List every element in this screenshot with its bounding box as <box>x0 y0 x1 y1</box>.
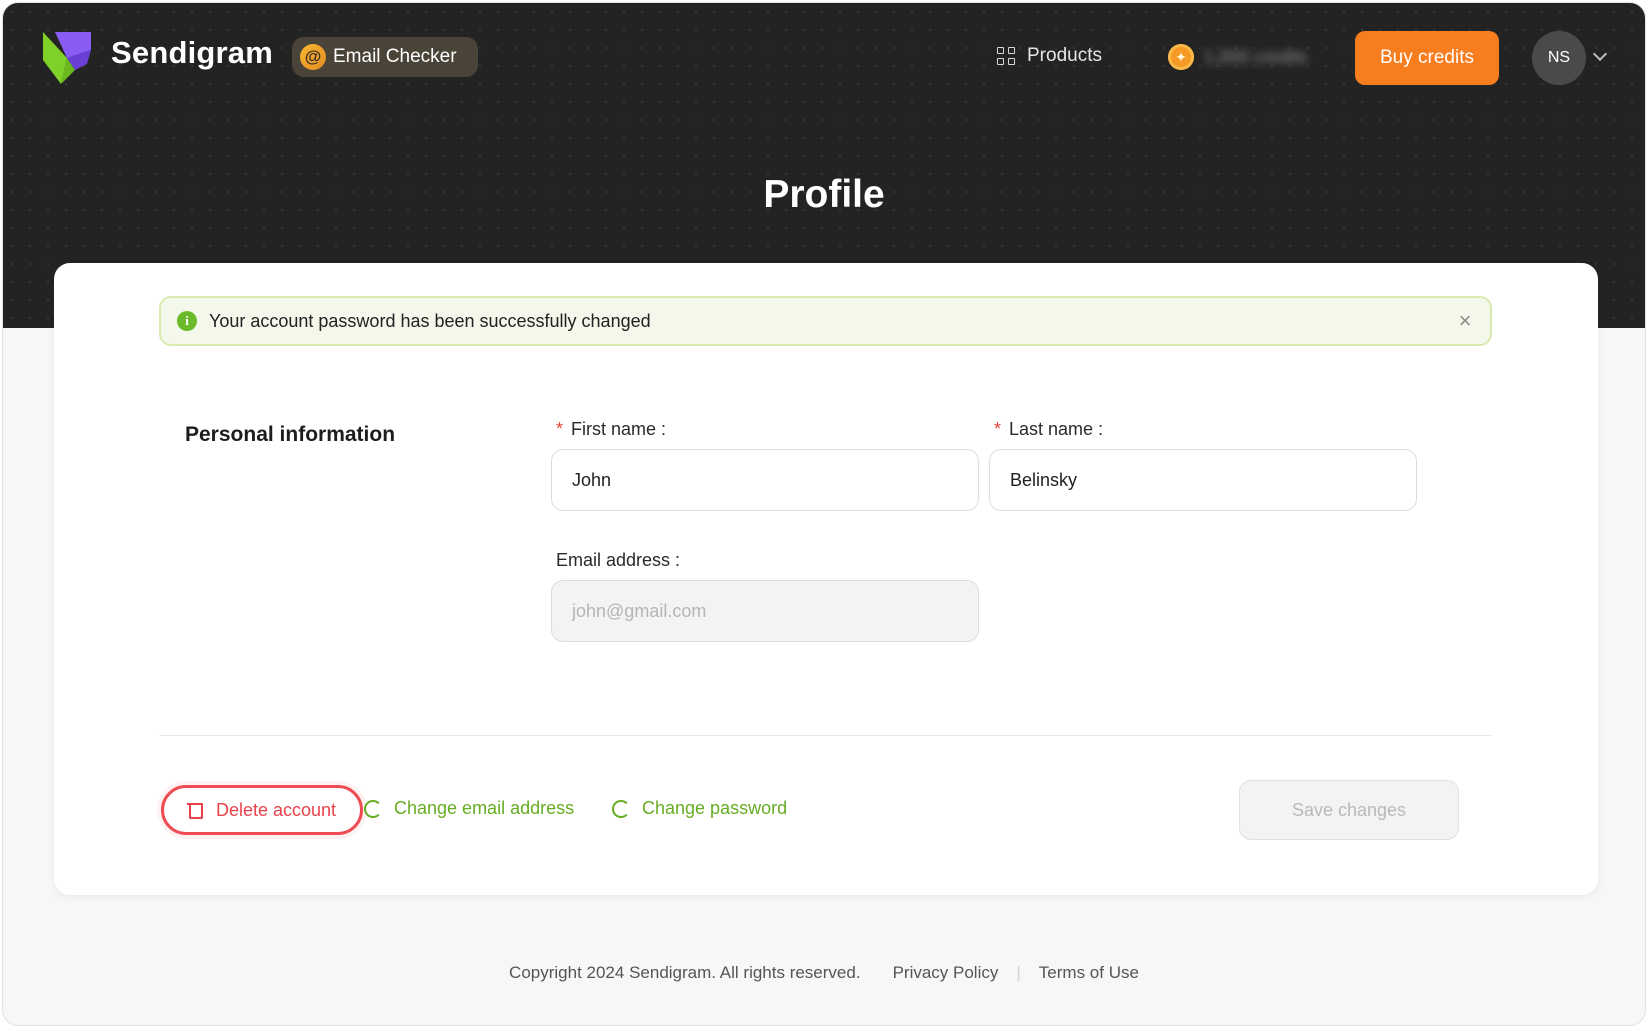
products-menu[interactable]: Products <box>997 45 1102 67</box>
first-name-label-text: First name : <box>571 419 667 439</box>
success-alert: i Your account password has been success… <box>159 296 1492 346</box>
info-icon: i <box>177 311 197 331</box>
at-sign-icon: @ <box>300 44 326 70</box>
save-changes-button[interactable]: Save changes <box>1239 780 1459 840</box>
grid-icon <box>997 47 1015 65</box>
divider <box>159 735 1492 736</box>
section-title: Personal information <box>185 423 396 446</box>
terms-of-use-link[interactable]: Terms of Use <box>1039 963 1139 983</box>
trash-icon <box>186 802 203 819</box>
change-email-button[interactable]: Change email address <box>364 798 574 819</box>
product-pill-label: Email Checker <box>333 46 457 67</box>
required-mark: * <box>994 419 1002 439</box>
coin-icon: ✦ <box>1168 44 1194 70</box>
delete-account-button[interactable]: Delete account <box>161 785 363 835</box>
products-label: Products <box>1027 45 1102 66</box>
email-field <box>551 580 979 642</box>
brand-name[interactable]: Sendigram <box>111 35 273 71</box>
sendigram-logo-icon[interactable] <box>41 30 95 86</box>
product-switcher-pill[interactable]: @ Email Checker <box>292 37 478 77</box>
change-password-button[interactable]: Change password <box>612 798 787 819</box>
footer: Copyright 2024 Sendigram. All rights res… <box>3 963 1645 983</box>
privacy-policy-link[interactable]: Privacy Policy <box>893 963 999 983</box>
chevron-down-icon[interactable] <box>1592 46 1608 62</box>
required-mark: * <box>556 419 564 439</box>
credits-text: 1,000 credits <box>1204 46 1308 67</box>
app-frame: Sendigram @ Email Checker Products ✦ 1,0… <box>2 2 1646 1026</box>
buy-credits-button[interactable]: Buy credits <box>1355 31 1499 85</box>
user-avatar[interactable]: NS <box>1532 31 1586 85</box>
credits-balance[interactable]: ✦ 1,000 credits <box>1168 44 1307 70</box>
alert-message: Your account password has been successfu… <box>209 310 651 331</box>
refresh-icon <box>364 799 382 818</box>
close-icon[interactable]: × <box>1454 310 1476 332</box>
delete-account-label: Delete account <box>215 799 337 820</box>
change-password-label: Change password <box>642 798 788 818</box>
email-label: Email address : <box>556 550 681 570</box>
last-name-label-text: Last name : <box>1009 419 1104 439</box>
last-name-label: * Last name : <box>994 419 1103 440</box>
profile-card: i Your account password has been success… <box>54 263 1598 895</box>
change-email-label: Change email address <box>394 798 575 818</box>
footer-separator: | <box>1016 963 1021 982</box>
refresh-icon <box>612 799 630 818</box>
first-name-label: * First name : <box>556 419 666 440</box>
last-name-input[interactable] <box>989 449 1417 511</box>
copyright-text: Copyright 2024 Sendigram. All rights res… <box>509 963 861 982</box>
first-name-input[interactable] <box>551 449 979 511</box>
page-title: Profile <box>763 173 885 216</box>
